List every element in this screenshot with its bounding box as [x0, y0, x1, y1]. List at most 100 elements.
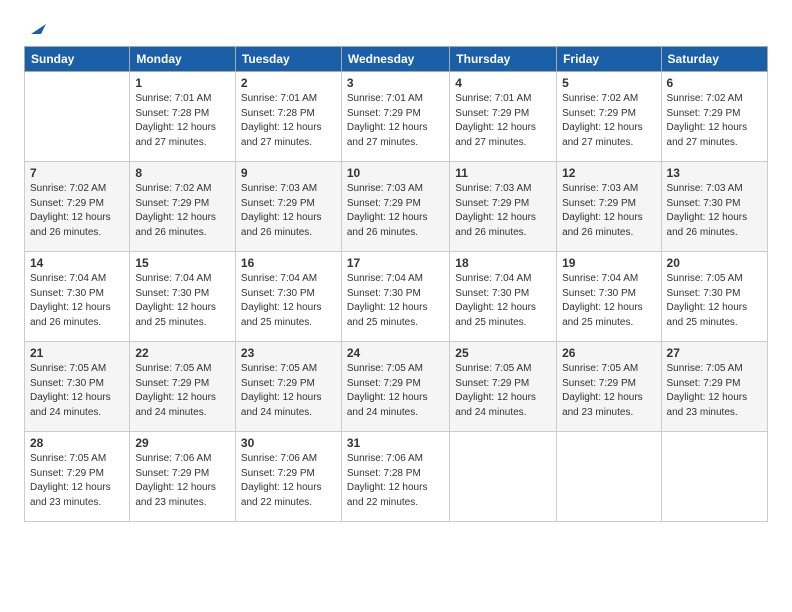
- day-info: Sunrise: 7:05 AMSunset: 7:29 PMDaylight:…: [241, 362, 336, 420]
- calendar-cell: 24Sunrise: 7:05 AMSunset: 7:29 PMDayligh…: [341, 342, 449, 432]
- day-info: Sunrise: 7:04 AMSunset: 7:30 PMDaylight:…: [347, 272, 444, 330]
- day-info: Sunrise: 7:04 AMSunset: 7:30 PMDaylight:…: [241, 272, 336, 330]
- day-info: Sunrise: 7:03 AMSunset: 7:29 PMDaylight:…: [347, 182, 444, 240]
- day-info: Sunrise: 7:02 AMSunset: 7:29 PMDaylight:…: [667, 92, 762, 150]
- day-number: 19: [562, 256, 655, 270]
- day-number: 21: [30, 346, 124, 360]
- logo: [24, 20, 46, 36]
- weekday-header-friday: Friday: [557, 47, 661, 72]
- day-info: Sunrise: 7:04 AMSunset: 7:30 PMDaylight:…: [455, 272, 551, 330]
- day-info: Sunrise: 7:01 AMSunset: 7:28 PMDaylight:…: [135, 92, 230, 150]
- weekday-header-saturday: Saturday: [661, 47, 767, 72]
- calendar-cell: 22 Sunrise: 7:05 AMSunset: 7:29 PMDayligh…: [130, 342, 236, 432]
- day-info: Sunrise: 7:05 AMSunset: 7:30 PMDaylight:…: [667, 272, 762, 330]
- calendar-cell: 16 Sunrise: 7:04 AMSunset: 7:30 PMDayligh…: [235, 252, 341, 342]
- calendar-cell: 25 Sunrise: 7:05 AMSunset: 7:29 PMDayligh…: [450, 342, 557, 432]
- day-number: 12: [562, 166, 655, 180]
- weekday-header-wednesday: Wednesday: [341, 47, 449, 72]
- calendar-cell: 7 Sunrise: 7:02 AMSunset: 7:29 PMDaylight…: [25, 162, 130, 252]
- logo-icon: [26, 16, 46, 36]
- day-number: 22: [135, 346, 230, 360]
- day-number: 30: [241, 436, 336, 450]
- calendar-cell: 12 Sunrise: 7:03 AMSunset: 7:29 PMDayligh…: [557, 162, 661, 252]
- calendar-cell: 30 Sunrise: 7:06 AMSunset: 7:29 PMDayligh…: [235, 432, 341, 522]
- calendar-cell: 14 Sunrise: 7:04 AMSunset: 7:30 PMDayligh…: [25, 252, 130, 342]
- calendar-cell: [25, 72, 130, 162]
- day-number: 28: [30, 436, 124, 450]
- day-info: Sunrise: 7:04 AMSunset: 7:30 PMDaylight:…: [135, 272, 230, 330]
- day-number: 26: [562, 346, 655, 360]
- calendar-cell: 20 Sunrise: 7:05 AMSunset: 7:30 PMDayligh…: [661, 252, 767, 342]
- calendar-cell: 2Sunrise: 7:01 AMSunset: 7:28 PMDaylight…: [235, 72, 341, 162]
- day-info: Sunrise: 7:06 AMSunset: 7:29 PMDaylight:…: [241, 452, 336, 510]
- day-number: 7: [30, 166, 124, 180]
- day-number: 6: [667, 76, 762, 90]
- calendar-cell: 6 Sunrise: 7:02 AMSunset: 7:29 PMDaylight…: [661, 72, 767, 162]
- day-number: 25: [455, 346, 551, 360]
- day-info: Sunrise: 7:05 AMSunset: 7:29 PMDaylight:…: [667, 362, 762, 420]
- day-info: Sunrise: 7:03 AMSunset: 7:30 PMDaylight:…: [667, 182, 762, 240]
- day-number: 23: [241, 346, 336, 360]
- calendar-cell: [557, 432, 661, 522]
- day-info: Sunrise: 7:04 AMSunset: 7:30 PMDaylight:…: [562, 272, 655, 330]
- day-number: 18: [455, 256, 551, 270]
- day-info: Sunrise: 7:06 AMSunset: 7:28 PMDaylight:…: [347, 452, 444, 510]
- calendar-cell: [661, 432, 767, 522]
- day-info: Sunrise: 7:03 AMSunset: 7:29 PMDaylight:…: [562, 182, 655, 240]
- calendar-cell: 29Sunrise: 7:06 AMSunset: 7:29 PMDayligh…: [130, 432, 236, 522]
- day-number: 24: [347, 346, 444, 360]
- calendar-cell: 5 Sunrise: 7:02 AMSunset: 7:29 PMDaylight…: [557, 72, 661, 162]
- calendar-cell: 3Sunrise: 7:01 AMSunset: 7:29 PMDaylight…: [341, 72, 449, 162]
- calendar-cell: 13 Sunrise: 7:03 AMSunset: 7:30 PMDayligh…: [661, 162, 767, 252]
- calendar-cell: 26 Sunrise: 7:05 AMSunset: 7:29 PMDayligh…: [557, 342, 661, 432]
- day-number: 5: [562, 76, 655, 90]
- day-number: 10: [347, 166, 444, 180]
- day-number: 8: [135, 166, 230, 180]
- weekday-header-tuesday: Tuesday: [235, 47, 341, 72]
- day-number: 27: [667, 346, 762, 360]
- calendar-table: SundayMondayTuesdayWednesdayThursdayFrid…: [24, 46, 768, 522]
- calendar-cell: 18 Sunrise: 7:04 AMSunset: 7:30 PMDayligh…: [450, 252, 557, 342]
- day-info: Sunrise: 7:02 AMSunset: 7:29 PMDaylight:…: [135, 182, 230, 240]
- calendar-cell: 31 Sunrise: 7:06 AMSunset: 7:28 PMDayligh…: [341, 432, 449, 522]
- calendar-cell: 11 Sunrise: 7:03 AMSunset: 7:29 PMDayligh…: [450, 162, 557, 252]
- calendar-cell: 28 Sunrise: 7:05 AMSunset: 7:29 PMDayligh…: [25, 432, 130, 522]
- day-number: 20: [667, 256, 762, 270]
- page-header: [24, 20, 768, 36]
- day-number: 4: [455, 76, 551, 90]
- calendar-cell: 8 Sunrise: 7:02 AMSunset: 7:29 PMDaylight…: [130, 162, 236, 252]
- day-number: 11: [455, 166, 551, 180]
- calendar-cell: 23 Sunrise: 7:05 AMSunset: 7:29 PMDayligh…: [235, 342, 341, 432]
- calendar-cell: 4 Sunrise: 7:01 AMSunset: 7:29 PMDaylight…: [450, 72, 557, 162]
- day-info: Sunrise: 7:05 AMSunset: 7:29 PMDaylight:…: [562, 362, 655, 420]
- day-info: Sunrise: 7:05 AMSunset: 7:29 PMDaylight:…: [455, 362, 551, 420]
- day-number: 15: [135, 256, 230, 270]
- day-number: 1: [135, 76, 230, 90]
- calendar-cell: 1 Sunrise: 7:01 AMSunset: 7:28 PMDaylight…: [130, 72, 236, 162]
- day-info: Sunrise: 7:03 AMSunset: 7:29 PMDaylight:…: [455, 182, 551, 240]
- day-info: Sunrise: 7:05 AMSunset: 7:29 PMDaylight:…: [30, 452, 124, 510]
- calendar-cell: 9Sunrise: 7:03 AMSunset: 7:29 PMDaylight…: [235, 162, 341, 252]
- day-info: Sunrise: 7:03 AMSunset: 7:29 PMDaylight:…: [241, 182, 336, 240]
- day-number: 2: [241, 76, 336, 90]
- day-number: 17: [347, 256, 444, 270]
- day-info: Sunrise: 7:05 AMSunset: 7:29 PMDaylight:…: [135, 362, 230, 420]
- day-number: 3: [347, 76, 444, 90]
- day-number: 16: [241, 256, 336, 270]
- day-number: 14: [30, 256, 124, 270]
- weekday-header-monday: Monday: [130, 47, 236, 72]
- day-info: Sunrise: 7:05 AMSunset: 7:30 PMDaylight:…: [30, 362, 124, 420]
- calendar-cell: 19 Sunrise: 7:04 AMSunset: 7:30 PMDayligh…: [557, 252, 661, 342]
- day-info: Sunrise: 7:01 AMSunset: 7:29 PMDaylight:…: [455, 92, 551, 150]
- weekday-header-thursday: Thursday: [450, 47, 557, 72]
- day-number: 13: [667, 166, 762, 180]
- day-info: Sunrise: 7:04 AMSunset: 7:30 PMDaylight:…: [30, 272, 124, 330]
- weekday-header-sunday: Sunday: [25, 47, 130, 72]
- day-info: Sunrise: 7:06 AMSunset: 7:29 PMDaylight:…: [135, 452, 230, 510]
- day-info: Sunrise: 7:02 AMSunset: 7:29 PMDaylight:…: [30, 182, 124, 240]
- day-number: 31: [347, 436, 444, 450]
- day-info: Sunrise: 7:02 AMSunset: 7:29 PMDaylight:…: [562, 92, 655, 150]
- calendar-cell: 27 Sunrise: 7:05 AMSunset: 7:29 PMDayligh…: [661, 342, 767, 432]
- calendar-cell: 17 Sunrise: 7:04 AMSunset: 7:30 PMDayligh…: [341, 252, 449, 342]
- calendar-cell: 21 Sunrise: 7:05 AMSunset: 7:30 PMDayligh…: [25, 342, 130, 432]
